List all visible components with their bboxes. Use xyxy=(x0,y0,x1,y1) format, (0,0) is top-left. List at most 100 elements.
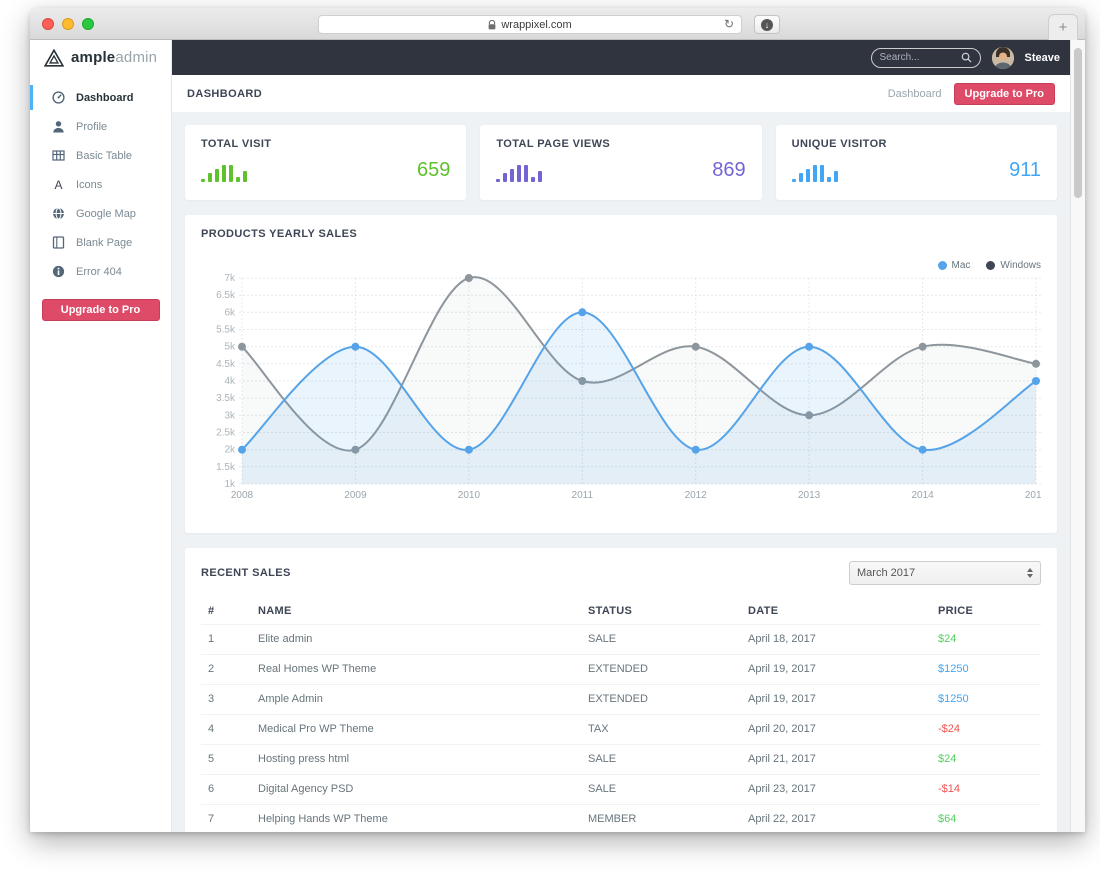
legend-item-mac[interactable]: Mac xyxy=(937,260,971,271)
x-tick-label: 2015 xyxy=(1025,490,1041,501)
cell-price: $24 xyxy=(931,743,1041,774)
stat-card-total-page-views: TOTAL PAGE VIEWS 869 xyxy=(480,125,762,200)
legend-label: Mac xyxy=(951,260,971,271)
sidebar-item-label: Icons xyxy=(76,178,103,191)
y-tick-label: 6k xyxy=(224,307,236,318)
cell-name: Elite admin xyxy=(251,623,581,654)
cell-status: SALE xyxy=(581,743,741,774)
cell-num: 4 xyxy=(201,713,251,744)
cell-num: 5 xyxy=(201,743,251,774)
username[interactable]: Steave xyxy=(1025,52,1060,64)
cell-date: April 23, 2017 xyxy=(741,773,931,804)
y-tick-label: 6.5k xyxy=(216,290,236,301)
topbar: Steave xyxy=(172,40,1070,75)
search-icon[interactable] xyxy=(961,52,972,63)
y-tick-label: 5.5k xyxy=(216,325,236,336)
browser-window: wrappixel.com ↻ ↓ + ampleadmin Dashboard… xyxy=(30,8,1085,832)
recent-sales-table: # NAME STATUS DATE PRICE 1 Elite admin SALE Apr… xyxy=(201,598,1041,832)
cell-status: EXTENDED xyxy=(581,683,741,714)
cell-price: -$24 xyxy=(931,713,1041,744)
cell-date: April 18, 2017 xyxy=(741,623,931,654)
sidebar-item-dashboard[interactable]: Dashboard xyxy=(30,83,171,112)
reload-icon[interactable]: ↻ xyxy=(724,17,734,31)
logo-text: ampleadmin xyxy=(71,49,157,66)
search-box[interactable] xyxy=(870,47,981,68)
table-row: 7 Helping Hands WP Theme MEMBER April 22, 2… xyxy=(201,803,1041,832)
new-tab-button[interactable]: + xyxy=(1048,14,1078,40)
cell-num: 3 xyxy=(201,683,251,714)
scrollbar-thumb[interactable] xyxy=(1074,48,1082,198)
cell-status: EXTENDED xyxy=(581,653,741,684)
zoom-button[interactable] xyxy=(82,18,94,30)
sparkline-bars-icon xyxy=(496,164,543,182)
x-tick-label: 2009 xyxy=(344,490,367,501)
y-tick-label: 2k xyxy=(224,445,236,456)
avatar[interactable] xyxy=(991,46,1014,69)
close-button[interactable] xyxy=(42,18,54,30)
y-tick-label: 5k xyxy=(224,342,236,353)
cell-date: April 19, 2017 xyxy=(741,653,931,684)
sidebar-item-profile[interactable]: Profile xyxy=(30,112,171,141)
sidebar-item-basic-table[interactable]: Basic Table xyxy=(30,141,171,170)
yearly-sales-card: PRODUCTS YEARLY SALES Mac Windows 1k 1.5k 2… xyxy=(185,215,1057,533)
stat-cards-row: TOTAL VISIT 659 TOTAL PAGE VIEWS 869 UNIQUE … xyxy=(185,125,1057,200)
sparkline-bars-icon xyxy=(201,164,247,182)
column-header: STATUS xyxy=(588,604,633,617)
cell-name: Medical Pro WP Theme xyxy=(251,713,581,744)
x-tick-label: 2011 xyxy=(572,490,594,501)
user-icon xyxy=(51,120,65,134)
x-tick-label: 2012 xyxy=(685,490,708,501)
table-row: 4 Medical Pro WP Theme TAX April 20, 2017 -$… xyxy=(201,713,1041,744)
cell-price: $24 xyxy=(931,623,1041,654)
cell-price: $64 xyxy=(931,803,1041,832)
sidebar-menu: Dashboard Profile Basic Table A Icons Google … xyxy=(30,75,171,286)
download-button[interactable]: ↓ xyxy=(754,15,780,34)
chart-title: PRODUCTS YEARLY SALES xyxy=(201,228,358,240)
column-header: NAME xyxy=(258,604,292,617)
letter-a-icon: A xyxy=(51,178,65,192)
stat-card-title: TOTAL PAGE VIEWS xyxy=(496,138,611,150)
recent-sales-title: RECENT SALES xyxy=(201,567,291,579)
dashboard-icon xyxy=(51,91,65,105)
table-row: 2 Real Homes WP Theme EXTENDED April 19, 20… xyxy=(201,653,1041,684)
y-tick-label: 2.5k xyxy=(216,428,236,439)
recent-sales-header: RECENT SALES March 2017 xyxy=(201,561,1041,585)
globe-icon xyxy=(51,207,65,221)
x-tick-label: 2014 xyxy=(911,490,934,501)
search-input[interactable] xyxy=(879,52,957,63)
app-logo[interactable]: ampleadmin xyxy=(30,40,171,75)
legend-dot-icon xyxy=(937,261,947,270)
address-bar[interactable]: wrappixel.com ↻ xyxy=(318,15,742,34)
sidebar-item-icons[interactable]: A Icons xyxy=(30,170,171,199)
y-tick-label: 7k xyxy=(224,273,236,284)
y-tick-label: 1k xyxy=(224,479,236,490)
scrollbar-track xyxy=(1070,40,1085,832)
column-header: # xyxy=(208,604,215,617)
legend-label: Windows xyxy=(1000,260,1041,271)
sidebar-item-label: Blank Page xyxy=(76,236,133,249)
cell-name: Digital Agency PSD xyxy=(251,773,581,804)
yearly-sales-chart: 1k 1.5k 2k 2.5k 3k 3.5k 4k 4.5k 5k 5.5k 6k 6.5k 7k 20… xyxy=(216,273,1041,501)
legend-item-windows[interactable]: Windows xyxy=(986,260,1041,271)
stat-card-total-visit: TOTAL VISIT 659 xyxy=(185,125,467,200)
stat-card-title: UNIQUE VISITOR xyxy=(791,138,887,150)
cell-status: TAX xyxy=(581,713,741,744)
breadcrumb-item[interactable]: Dashboard xyxy=(888,88,942,100)
cell-name: Ample Admin xyxy=(251,683,581,714)
browser-toolbar: wrappixel.com ↻ ↓ + xyxy=(30,8,1085,40)
sidebar-item-label: Profile xyxy=(76,120,108,133)
sidebar-item-blank-page[interactable]: Blank Page xyxy=(30,228,171,257)
month-select[interactable]: March 2017 xyxy=(849,561,1041,585)
lock-icon xyxy=(488,19,496,29)
sidebar-item-google-map[interactable]: Google Map xyxy=(30,199,171,228)
info-icon xyxy=(51,265,65,279)
sidebar-item-error-404[interactable]: Error 404 xyxy=(30,257,171,286)
cell-price: $1250 xyxy=(931,653,1041,684)
app-root: ampleadmin Dashboard Profile Basic Table A I… xyxy=(30,40,1085,832)
table-header-row: # NAME STATUS DATE PRICE xyxy=(201,598,1041,624)
upgrade-pro-button[interactable]: Upgrade to Pro xyxy=(953,82,1055,105)
minimize-button[interactable] xyxy=(62,18,74,30)
stat-card-title: TOTAL VISIT xyxy=(201,138,272,150)
sidebar-upgrade-button[interactable]: Upgrade to Pro xyxy=(41,299,160,321)
y-tick-label: 3.5k xyxy=(216,393,236,404)
